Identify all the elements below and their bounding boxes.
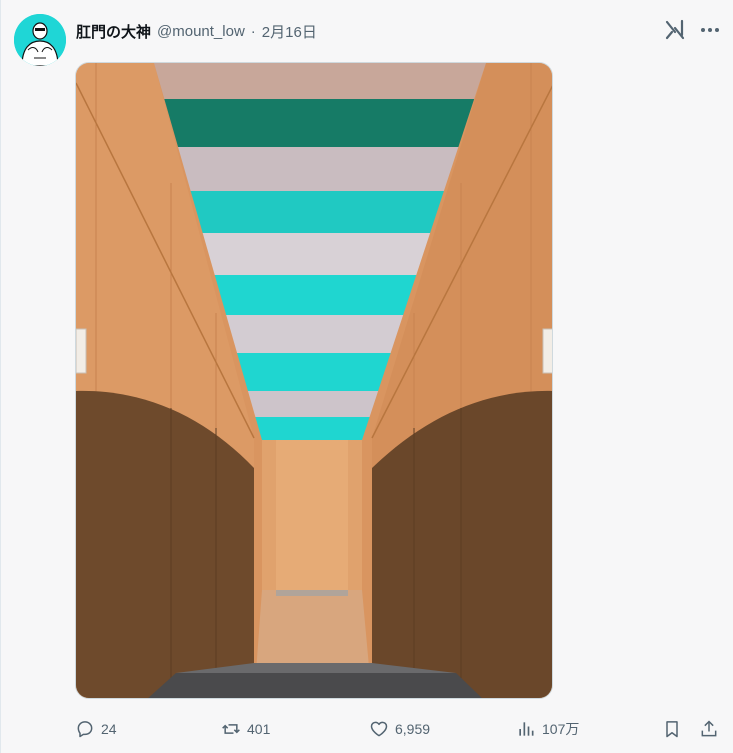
heart-icon [370,721,388,737]
post-header: 肛門の大神 @mount_low · 2月16日 [76,20,317,42]
grok-button[interactable] [663,18,687,42]
share-button[interactable] [699,714,719,744]
elevator-interior-image [76,63,552,698]
analytics-bars-icon [519,722,534,736]
reply-icon [77,721,93,738]
reply-count: 24 [101,721,117,737]
grok-icon [665,19,685,40]
avatar[interactable] [14,14,66,66]
more-dots-icon [701,28,719,32]
reply-button[interactable]: 24 [75,714,117,744]
tweet-card: 肛門の大神 @mount_low · 2月16日 24 401 6,959 10… [0,0,733,753]
like-button[interactable]: 6,959 [369,714,430,744]
action-bar: 24 401 6,959 107万 [1,714,733,744]
repost-count: 401 [247,721,271,737]
display-name[interactable]: 肛門の大神 [76,21,151,42]
repost-icon [222,724,240,734]
post-image[interactable] [75,62,553,699]
post-date[interactable]: 2月16日 [262,21,317,42]
muscular-masked-figure-icon [14,14,66,66]
views-count: 107万 [542,721,580,737]
separator: · [250,22,256,40]
views-button[interactable]: 107万 [516,714,579,744]
repost-button[interactable]: 401 [221,714,270,744]
share-icon [701,720,717,737]
user-handle[interactable]: @mount_low [157,23,245,40]
bookmark-icon [666,721,678,738]
like-count: 6,959 [395,721,431,737]
more-button[interactable] [698,18,722,42]
bookmark-button[interactable] [662,714,682,744]
